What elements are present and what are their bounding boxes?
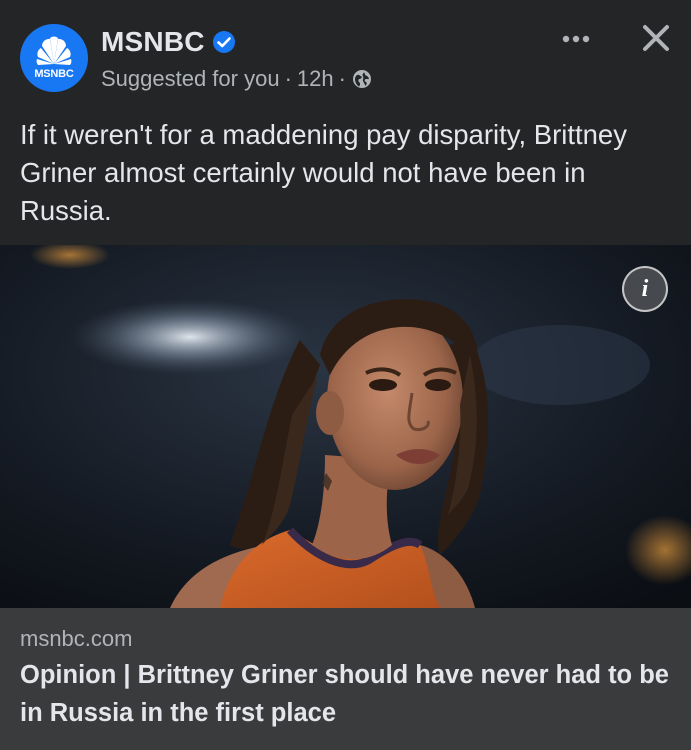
post-caption: If it weren't for a maddening pay dispar… — [20, 119, 627, 226]
verified-badge-icon — [212, 30, 236, 54]
link-preview[interactable]: msnbc.com Opinion | Brittney Griner shou… — [0, 608, 691, 750]
post-timestamp[interactable]: 12h — [297, 66, 334, 92]
info-icon[interactable]: i — [622, 266, 668, 312]
post-header: MSNBC MSNBC Suggested for you · 12h · — [0, 0, 691, 110]
page-name[interactable]: MSNBC — [101, 26, 205, 58]
page-avatar[interactable]: MSNBC — [20, 24, 88, 92]
athlete-photo — [0, 245, 691, 608]
post-meta: Suggested for you · 12h · — [101, 62, 372, 96]
peacock-logo-icon — [36, 36, 72, 65]
page-name-row: MSNBC — [101, 22, 236, 62]
post-image[interactable] — [0, 245, 691, 608]
globe-icon — [352, 69, 372, 89]
suggested-label: Suggested for you — [101, 66, 280, 91]
more-options-icon[interactable] — [556, 28, 596, 50]
link-title[interactable]: Opinion | Brittney Griner should have ne… — [20, 656, 680, 732]
avatar-label: MSNBC — [34, 68, 74, 80]
close-icon[interactable] — [640, 22, 672, 54]
meta-separator: · — [338, 66, 346, 91]
feed-post: MSNBC MSNBC Suggested for you · 12h · If… — [0, 0, 691, 750]
meta-separator: · — [284, 66, 292, 91]
link-domain: msnbc.com — [20, 626, 133, 651]
